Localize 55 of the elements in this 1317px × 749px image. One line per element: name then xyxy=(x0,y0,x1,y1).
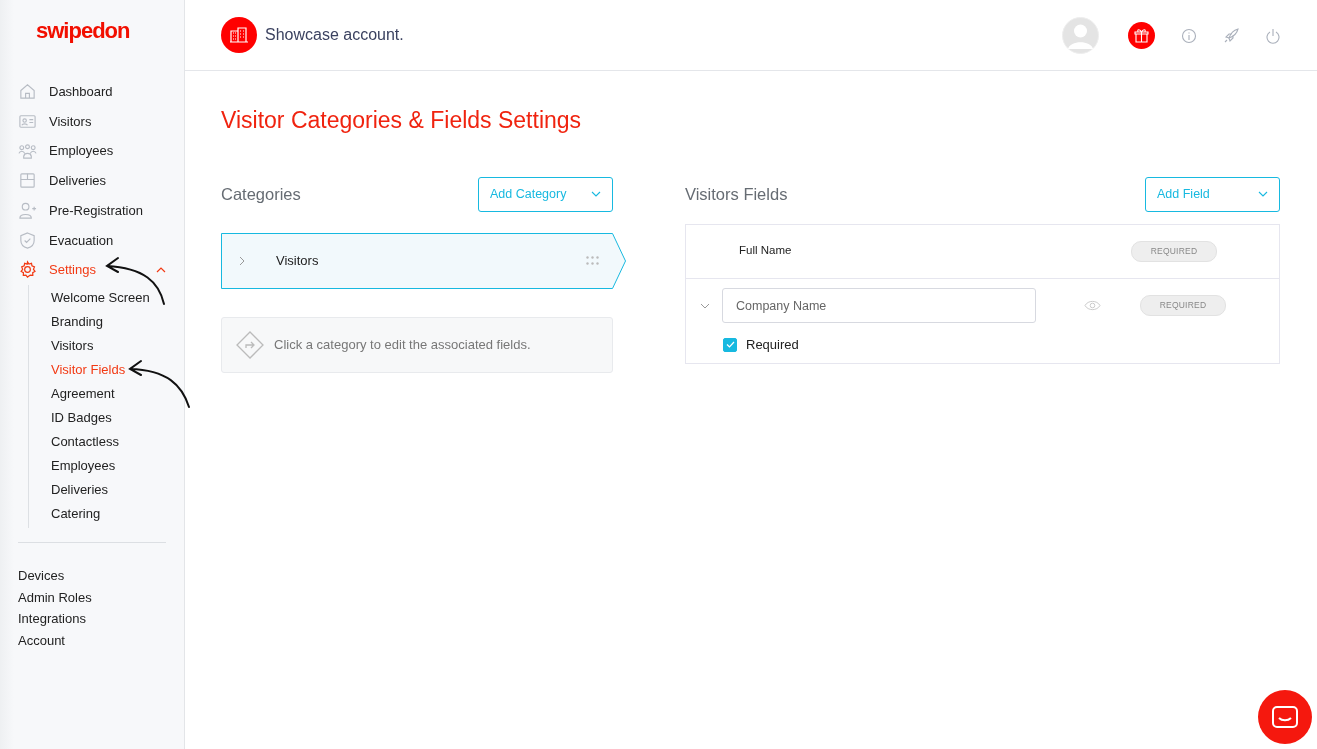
section-heading: Categories xyxy=(221,183,301,205)
gift-icon[interactable] xyxy=(1128,21,1155,49)
chat-icon xyxy=(1272,706,1298,728)
account-name: Showcase account. xyxy=(265,25,404,45)
sidebar-link[interactable]: Account xyxy=(18,629,65,652)
submenu-item[interactable]: Employees xyxy=(29,453,116,478)
field-label: Full Name xyxy=(739,243,792,259)
hint-text: Click a category to edit the associated fields. xyxy=(274,335,531,354)
page-title: Visitor Categories & Fields Settings xyxy=(221,107,583,135)
sidebar-item[interactable]: Settings xyxy=(0,255,185,285)
drag-handle-icon[interactable] xyxy=(586,256,599,266)
section-heading: Visitors Fields xyxy=(685,183,788,205)
chevron-down-icon xyxy=(1258,191,1268,198)
direction-sign-icon xyxy=(236,330,264,359)
building-icon xyxy=(221,17,257,53)
checkbox[interactable] xyxy=(723,337,737,352)
avatar-icon[interactable] xyxy=(1062,16,1099,54)
required-tag: REQUIRED xyxy=(1140,295,1226,317)
chat-button[interactable] xyxy=(1258,690,1312,744)
submenu-item[interactable]: Agreement xyxy=(29,381,115,406)
submenu-item[interactable]: Visitors xyxy=(29,333,94,358)
logo[interactable]: swipedon xyxy=(36,16,130,46)
required-tag: REQUIRED xyxy=(1131,240,1217,262)
box-icon xyxy=(18,171,37,191)
submenu-item[interactable]: Catering xyxy=(29,501,101,526)
sidebar-link[interactable]: Devices xyxy=(18,564,65,587)
checkbox-label: Required xyxy=(746,335,799,354)
chevron-right-icon xyxy=(239,255,245,266)
sidebar-item[interactable]: Deliveries xyxy=(0,166,184,196)
annotation-arrow xyxy=(127,357,191,409)
sidebar-item[interactable]: Pre-Registration xyxy=(0,195,184,226)
sidebar-item[interactable]: Dashboard xyxy=(0,77,184,107)
sidebar-link[interactable]: Integrations xyxy=(18,608,86,630)
submenu-item[interactable]: ID Badges xyxy=(29,405,112,430)
people-icon xyxy=(18,141,37,161)
category-label: Visitors xyxy=(276,251,319,270)
chevron-down-icon xyxy=(591,191,601,198)
submenu-item[interactable]: Contactless xyxy=(29,429,119,454)
rocket-icon[interactable] xyxy=(1223,25,1239,45)
add-person-icon xyxy=(18,201,37,221)
category-item[interactable] xyxy=(221,232,627,289)
eye-icon[interactable] xyxy=(1084,300,1101,312)
submenu-item[interactable]: Visitor Fields xyxy=(29,357,126,382)
sidebar-link[interactable]: Admin Roles xyxy=(18,586,92,609)
home-icon xyxy=(18,82,37,102)
sidebar-item[interactable]: Employees xyxy=(0,136,184,167)
submenu-item[interactable]: Deliveries xyxy=(29,477,109,502)
text-field[interactable]: Company Name xyxy=(722,288,1036,324)
gear-icon xyxy=(18,260,37,280)
sidebar-item[interactable]: Evacuation xyxy=(0,225,184,256)
chevron-down-icon[interactable] xyxy=(700,302,710,309)
sidebar-item[interactable]: Visitors xyxy=(0,106,184,137)
submenu-item[interactable]: Branding xyxy=(29,309,104,334)
submenu-item[interactable]: Welcome Screen xyxy=(29,285,150,310)
shield-icon xyxy=(18,230,37,250)
